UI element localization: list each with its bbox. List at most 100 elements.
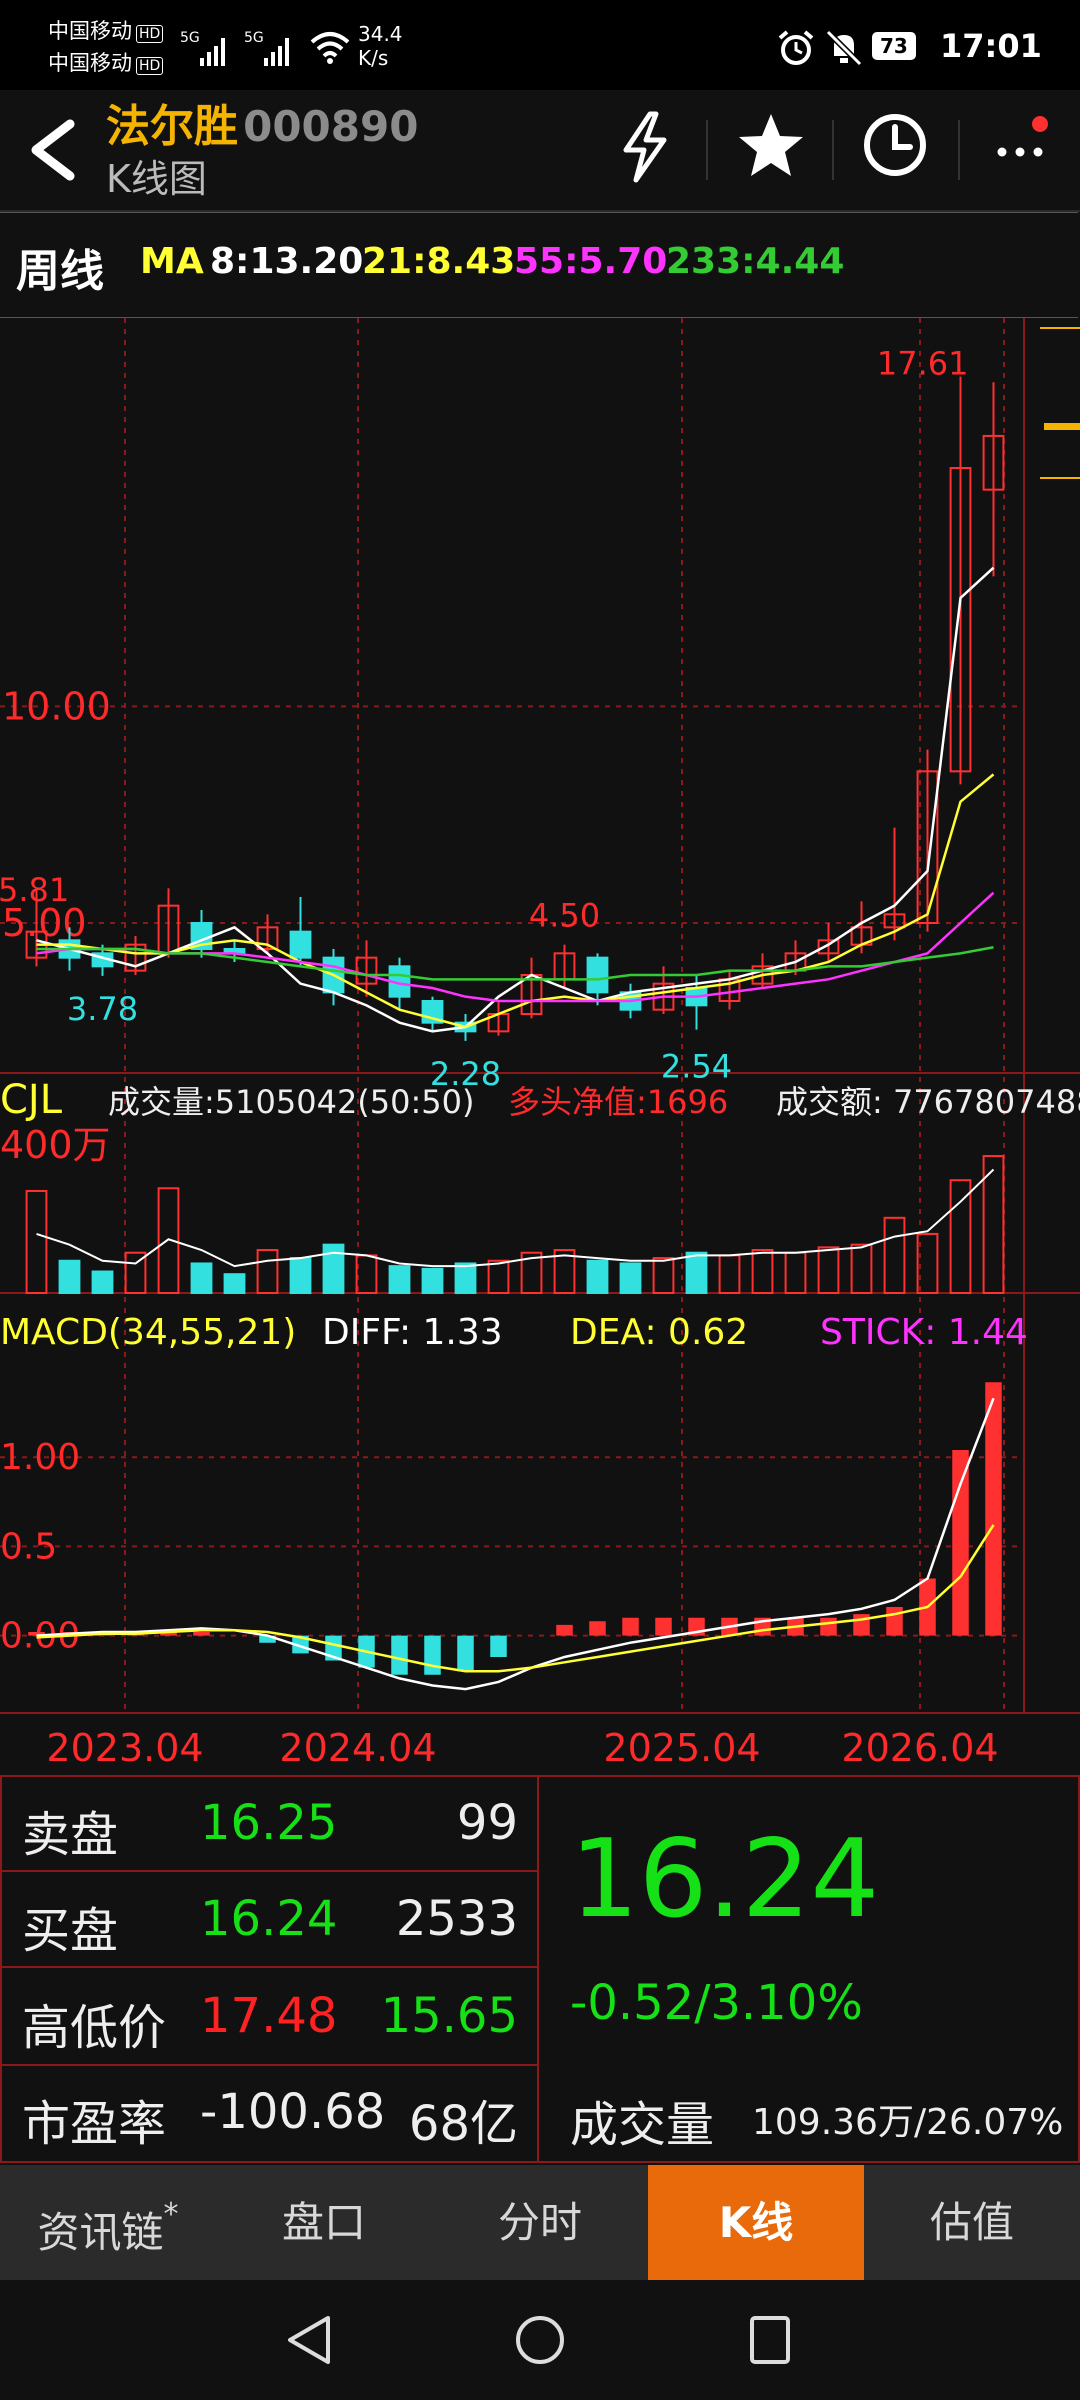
date-axis-label: 2026.04 [841, 1726, 998, 1770]
price-axis-label: 10.00 [2, 684, 111, 728]
sell-price: 16.25 [200, 1795, 338, 1851]
volume-bar [652, 1257, 675, 1294]
tab-intraday[interactable]: 分时 [432, 2165, 648, 2280]
buy-label: 买盘 [22, 1903, 119, 1959]
system-nav-bar [0, 2280, 1080, 2400]
star-icon[interactable] [736, 110, 806, 180]
pe-label: 市盈率 [22, 2096, 167, 2152]
macd-diff-line [36, 1397, 995, 1691]
kline-chart[interactable]: 10.005.005.8117.613.782.284.502.54CJL 成交量… [0, 318, 1080, 1773]
ma-label: MA [140, 241, 204, 282]
high-price-annotation: 4.50 [529, 897, 600, 935]
battery-level: 73 [880, 34, 908, 58]
bull-net-value: 多头净值:1696 [508, 1083, 728, 1121]
volume-bar [454, 1262, 477, 1294]
buy-quantity: 2533 [395, 1891, 518, 1947]
last-price: 16.24 [570, 1817, 880, 1942]
more-icon[interactable] [990, 110, 1060, 180]
volume-bar [25, 1189, 48, 1294]
history-clock-icon[interactable] [860, 110, 930, 180]
tab-intraday-label: 分时 [497, 2198, 582, 2247]
macd-axis-label: 0.5 [0, 1526, 57, 1567]
net-speed-unit: K/s [358, 46, 389, 70]
macd-dea-value: DEA: 0.62 [570, 1312, 748, 1353]
macd-title: MACD(34,55,21) [0, 1312, 296, 1353]
volume-axis-label: 400万 [0, 1123, 111, 1167]
mute-bell-icon [825, 29, 863, 67]
app-header: 法尔胜 000890 K线图 [0, 90, 1080, 212]
high-price: 17.48 [200, 1988, 338, 2044]
volume-bar [619, 1262, 642, 1294]
market-cap: 68亿 [408, 2096, 518, 2152]
tab-news-chain[interactable]: 资讯链* [0, 2165, 216, 2280]
tab-news-chain-label: 资讯链 [37, 2208, 164, 2257]
svg-text:5G: 5G [244, 30, 264, 46]
volume-bar [487, 1259, 510, 1294]
date-axis-label: 2023.04 [46, 1726, 203, 1770]
volume-bar [190, 1262, 213, 1294]
tab-kline-label: K线 [718, 2198, 794, 2247]
volume-value: 109.36万/26.07% [752, 2102, 1064, 2143]
volume-bar [784, 1251, 807, 1295]
volume-bar [586, 1259, 609, 1294]
ma233-value: 233:4.44 [666, 241, 845, 282]
low-price-annotation: 2.54 [661, 1048, 732, 1086]
header-divider-3 [958, 120, 960, 180]
date-axis-label: 2024.04 [279, 1726, 436, 1770]
price-change: -0.52/3.10% [570, 1975, 863, 2031]
macd-axis-label: 1.00 [0, 1437, 80, 1478]
volume-bar [718, 1254, 741, 1295]
nav-recents-icon[interactable] [742, 2312, 798, 2368]
svg-text:5G: 5G [180, 30, 200, 46]
sell-label: 卖盘 [22, 1807, 119, 1863]
volume-label: 成交量 [570, 2097, 715, 2153]
volume-bar [817, 1246, 840, 1295]
operator-2-label: 中国移动 [48, 51, 132, 75]
lightning-icon[interactable] [614, 110, 676, 184]
candle-body [586, 956, 609, 994]
quote-panel: 卖盘 16.25 99 买盘 16.24 2533 高低价 17.48 15.6… [0, 1775, 1080, 2163]
tab-order-book-label: 盘口 [281, 2198, 366, 2247]
wifi-icon [310, 32, 350, 64]
header-divider [706, 120, 708, 180]
ma-line [36, 773, 995, 1029]
pe-value: -100.68 [200, 2084, 386, 2140]
stock-title: 法尔胜 000890 [106, 90, 418, 154]
page-subtitle: K线图 [106, 157, 207, 201]
bottom-tab-bar: 资讯链* 盘口 分时 K线 估值 [0, 2165, 1080, 2280]
nav-home-icon[interactable] [512, 2312, 568, 2368]
volume-bar [883, 1216, 906, 1295]
ma21-value: 21:8.43 [362, 241, 516, 282]
hd-badge-2: HD [136, 57, 164, 75]
tab-kline[interactable]: K线 [648, 2165, 864, 2280]
net-speed-value: 34.4 [358, 22, 403, 46]
sell-quantity: 99 [456, 1795, 518, 1851]
hd-badge: HD [136, 25, 164, 43]
volume-bar [949, 1179, 972, 1295]
volume-bar [388, 1265, 411, 1294]
current-price-marker [1044, 423, 1080, 430]
tab-valuation[interactable]: 估值 [864, 2165, 1080, 2280]
battery-indicator: 73 [872, 32, 916, 60]
buy-price: 16.24 [200, 1891, 338, 1947]
tab-news-chain-badge: * [163, 2197, 179, 2232]
back-icon[interactable] [22, 116, 82, 184]
volume-bar [58, 1259, 81, 1294]
tab-valuation-label: 估值 [929, 2198, 1014, 2247]
nav-back-icon[interactable] [282, 2312, 338, 2368]
ma-line [36, 566, 995, 1033]
ma8-value: 8:13.20 [210, 241, 364, 282]
volume-bar [421, 1267, 444, 1294]
period-selector[interactable]: 周线 [16, 235, 104, 299]
macd-diff-value: DIFF: 1.33 [322, 1312, 503, 1353]
low-price-annotation: 3.78 [67, 990, 138, 1028]
tab-order-book[interactable]: 盘口 [216, 2165, 432, 2280]
volume-ma-line [36, 1168, 995, 1268]
volume-title: CJL [0, 1077, 63, 1123]
volume-bar [751, 1249, 774, 1295]
net-speed: 34.4 K/s [358, 22, 403, 70]
volume-bar [355, 1254, 378, 1295]
volume-bar [223, 1273, 246, 1294]
alarm-icon [778, 30, 814, 65]
operator-1: 中国移动 HD [48, 16, 164, 49]
